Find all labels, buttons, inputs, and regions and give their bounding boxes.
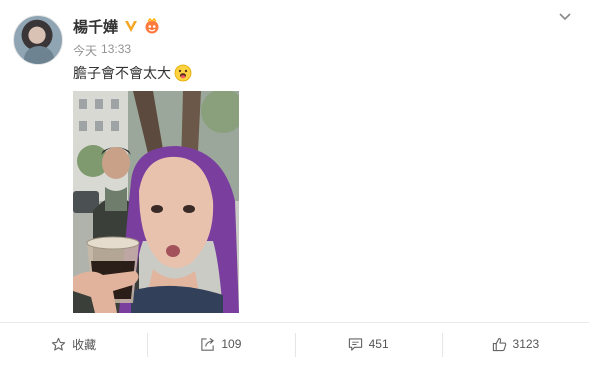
username[interactable]: 楊千嬅 — [73, 16, 118, 37]
time-day: 今天 — [73, 44, 98, 58]
post-photo[interactable] — [73, 91, 239, 313]
star-icon — [51, 337, 66, 351]
weibo-post-card: 楊千嬅 今天 13:33 膽子會不會太大 收藏 109 451 3123 — [0, 0, 589, 365]
comment-count: 451 — [368, 337, 389, 351]
comment-icon — [348, 337, 362, 351]
post-text-content: 膽子會不會太大 — [73, 65, 171, 81]
like-count: 3123 — [512, 337, 540, 351]
tongue-out-emoji-icon — [174, 64, 192, 82]
avatar-figure — [24, 46, 54, 64]
thumbs-up-icon — [492, 337, 506, 351]
avatar[interactable] — [13, 15, 63, 65]
time-clock: 13:33 — [101, 42, 132, 56]
share-icon — [201, 337, 215, 351]
post-timestamp[interactable]: 今天 13:33 — [73, 42, 131, 59]
repost-count: 109 — [221, 337, 242, 351]
user-row: 楊千嬅 — [73, 16, 160, 36]
verified-v-icon[interactable] — [124, 19, 138, 33]
action-bar: 收藏 109 451 3123 — [0, 322, 589, 365]
favorite-label: 收藏 — [72, 337, 97, 352]
comment-button[interactable]: 451 — [294, 323, 442, 365]
member-badge-icon[interactable] — [144, 18, 160, 34]
like-button[interactable]: 3123 — [441, 323, 589, 365]
post-text: 膽子會不會太大 — [73, 63, 192, 83]
repost-button[interactable]: 109 — [147, 323, 294, 365]
chevron-down-icon[interactable] — [557, 10, 573, 24]
favorite-button[interactable]: 收藏 — [0, 323, 147, 365]
